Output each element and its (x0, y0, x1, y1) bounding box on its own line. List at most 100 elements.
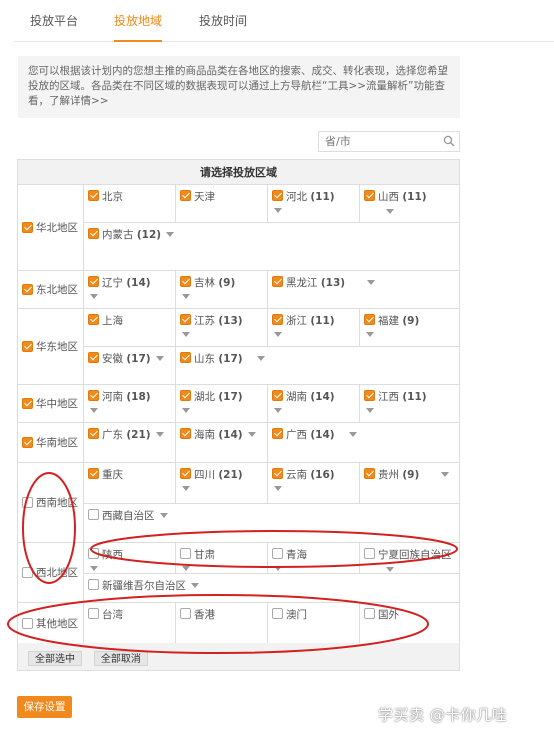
region-checkbox-cell[interactable]: 华东地区 (18, 309, 84, 384)
chevron-down-icon[interactable] (90, 294, 98, 299)
province-cell[interactable]: 湖南 (14) (268, 385, 360, 423)
province-checkbox[interactable] (88, 276, 99, 287)
chevron-down-icon[interactable] (247, 432, 256, 437)
save-settings-button[interactable]: 保存设置 (17, 696, 72, 718)
province-cell[interactable]: 安徽 (17) (84, 347, 176, 385)
province-cell[interactable]: 福建 (9) (360, 309, 459, 346)
chevron-down-icon[interactable] (274, 332, 282, 337)
province-cell[interactable]: 青海 (268, 543, 360, 573)
chevron-down-icon[interactable] (367, 280, 376, 285)
province-cell[interactable]: 湖北 (17) (176, 385, 268, 423)
province-cell[interactable]: 河南 (18) (84, 385, 176, 423)
chevron-down-icon[interactable] (274, 208, 282, 213)
chevron-down-icon[interactable] (366, 332, 374, 337)
province-checkbox[interactable] (180, 190, 191, 201)
tab-region[interactable]: 投放地域 (114, 0, 163, 42)
region-checkbox[interactable] (22, 436, 33, 448)
province-checkbox[interactable] (88, 579, 99, 590)
province-checkbox[interactable] (88, 228, 99, 239)
search-input[interactable] (319, 132, 437, 151)
province-checkbox[interactable] (180, 352, 191, 363)
province-cell[interactable]: 云南 (16) (268, 463, 360, 503)
province-checkbox[interactable] (88, 190, 99, 201)
chevron-down-icon[interactable] (155, 432, 164, 437)
province-cell[interactable]: 四川 (21) (176, 463, 268, 503)
province-cell[interactable]: 天津 (176, 185, 268, 222)
region-checkbox-cell[interactable]: 其他地区 (18, 603, 84, 644)
province-cell[interactable]: 海南 (14) (176, 423, 268, 463)
province-cell[interactable]: 广东 (21) (84, 423, 176, 463)
province-cell[interactable]: 宁夏回族自治区 (360, 543, 459, 573)
province-cell[interactable]: 贵州 (9) (360, 463, 459, 503)
chevron-down-icon[interactable] (274, 408, 282, 413)
province-cell[interactable]: 澳门 (268, 603, 360, 645)
province-checkbox[interactable] (180, 548, 191, 559)
province-checkbox[interactable] (272, 276, 283, 287)
region-checkbox[interactable] (22, 283, 33, 295)
region-checkbox[interactable] (22, 566, 33, 578)
province-cell[interactable]: 吉林 (9) (176, 271, 268, 309)
deselect-all-button[interactable]: 全部取消 (93, 651, 148, 666)
search-icon[interactable] (443, 135, 455, 147)
province-checkbox[interactable] (272, 314, 283, 325)
province-checkbox[interactable] (364, 390, 375, 401)
province-checkbox[interactable] (272, 468, 283, 479)
province-cell[interactable]: 内蒙古 (12) (84, 223, 459, 271)
province-cell[interactable]: 上海 (84, 309, 176, 346)
province-cell[interactable]: 新疆维吾尔自治区 (84, 574, 459, 603)
chevron-down-icon[interactable] (155, 356, 164, 361)
province-cell[interactable]: 江西 (11) (360, 385, 459, 423)
region-checkbox[interactable] (22, 340, 33, 352)
province-checkbox[interactable] (180, 276, 191, 287)
select-all-button[interactable]: 全部选中 (28, 651, 82, 666)
chevron-down-icon[interactable] (256, 356, 265, 361)
province-checkbox[interactable] (272, 390, 283, 401)
province-checkbox[interactable] (272, 190, 283, 201)
province-checkbox[interactable] (272, 548, 283, 559)
province-checkbox[interactable] (180, 390, 191, 401)
province-checkbox[interactable] (88, 608, 99, 619)
province-cell[interactable]: 重庆 (84, 463, 176, 503)
province-checkbox[interactable] (88, 509, 99, 520)
tab-platform[interactable]: 投放平台 (30, 0, 78, 42)
region-checkbox-cell[interactable]: 西北地区 (18, 543, 84, 602)
chevron-down-icon[interactable] (386, 567, 394, 572)
province-checkbox[interactable] (272, 608, 283, 619)
province-checkbox[interactable] (88, 352, 99, 363)
chevron-down-icon[interactable] (274, 486, 282, 491)
region-checkbox-cell[interactable]: 华中地区 (18, 385, 84, 422)
province-checkbox[interactable] (180, 314, 191, 325)
province-cell[interactable]: 山西 (11) (360, 185, 459, 222)
chevron-down-icon[interactable] (159, 513, 168, 518)
province-checkbox[interactable] (180, 428, 191, 439)
province-cell[interactable]: 山东 (17) (176, 347, 459, 385)
province-checkbox[interactable] (364, 608, 375, 619)
region-checkbox-cell[interactable]: 华南地区 (18, 423, 84, 462)
chevron-down-icon[interactable] (182, 294, 190, 299)
tab-time[interactable]: 投放时间 (199, 0, 247, 42)
province-checkbox[interactable] (88, 314, 99, 325)
province-cell[interactable]: 北京 (84, 185, 176, 222)
province-cell[interactable]: 辽宁 (14) (84, 271, 176, 309)
province-checkbox[interactable] (180, 608, 191, 619)
chevron-down-icon[interactable] (441, 472, 450, 477)
province-checkbox[interactable] (364, 314, 375, 325)
region-checkbox[interactable] (22, 397, 33, 409)
chevron-down-icon[interactable] (348, 432, 357, 437)
province-cell[interactable]: 浙江 (11) (268, 309, 360, 346)
chevron-down-icon[interactable] (182, 332, 190, 337)
chevron-down-icon[interactable] (90, 566, 98, 571)
province-cell[interactable]: 广西 (14) (268, 423, 459, 463)
chevron-down-icon[interactable] (191, 583, 199, 588)
province-checkbox[interactable] (88, 428, 99, 439)
province-checkbox[interactable] (364, 468, 375, 479)
province-checkbox[interactable] (272, 428, 283, 439)
region-checkbox[interactable] (22, 617, 33, 629)
chevron-down-icon[interactable] (182, 408, 190, 413)
province-cell[interactable]: 黑龙江 (13) (268, 271, 459, 309)
province-cell[interactable]: 国外 (360, 603, 459, 645)
chevron-down-icon[interactable] (166, 232, 175, 237)
province-checkbox[interactable] (364, 190, 375, 201)
chevron-down-icon[interactable] (182, 486, 190, 491)
region-checkbox-cell[interactable]: 东北地区 (18, 271, 84, 308)
